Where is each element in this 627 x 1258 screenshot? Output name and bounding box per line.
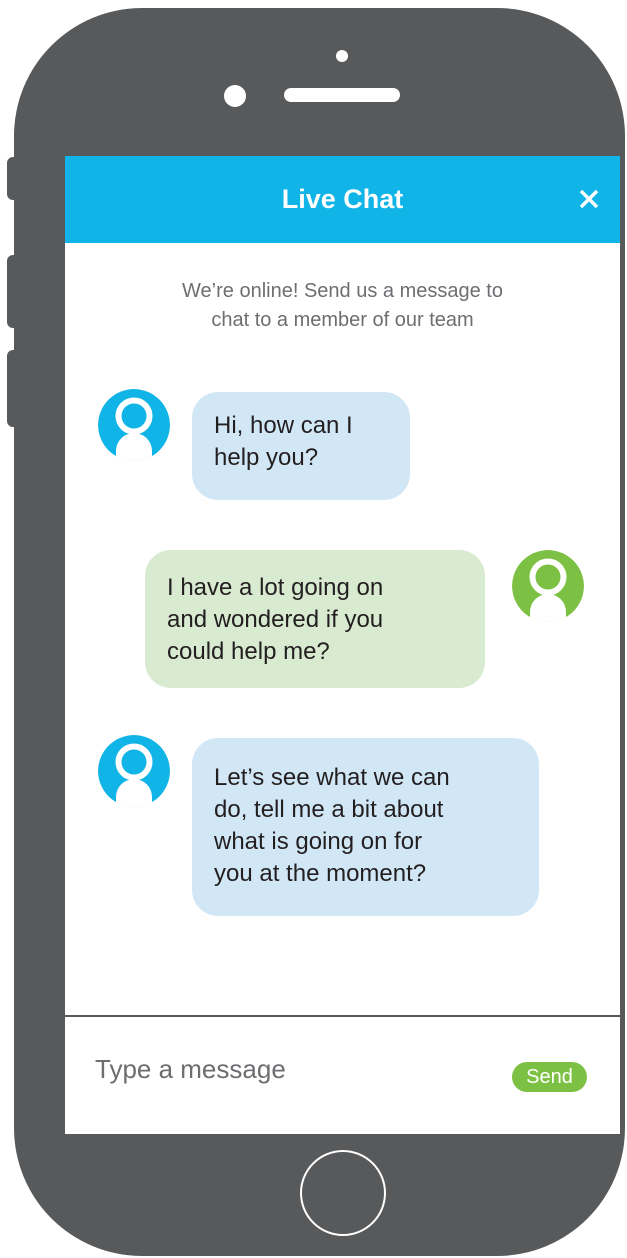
online-status-message: We’re online! Send us a message to chat … [105, 277, 580, 335]
agent-avatar-icon [98, 389, 170, 461]
message-line: Hi, how can I [214, 412, 353, 439]
close-icon[interactable] [577, 187, 601, 211]
chat-header: Live Chat [65, 156, 620, 243]
earpiece-speaker [284, 88, 400, 102]
message-input[interactable] [95, 1051, 475, 1087]
phone-screen: Live Chat We’re online! Send us a messag… [65, 156, 620, 1134]
agent-avatar-icon [98, 735, 170, 807]
user-message-bubble: I have a lot going on and wondered if yo… [145, 550, 485, 688]
message-line: I have a lot going on [167, 574, 384, 601]
message-line: Let’s see what we can [214, 764, 450, 791]
message-line: you at the moment? [214, 860, 427, 887]
composer-divider [65, 1015, 620, 1017]
intro-line: We’re online! Send us a message to [182, 280, 503, 302]
user-avatar-icon [512, 550, 584, 622]
message-line: do, tell me a bit about [214, 796, 444, 823]
home-button[interactable] [300, 1150, 386, 1236]
message-line: could help me? [167, 638, 330, 665]
chat-title: Live Chat [281, 184, 404, 214]
agent-message-bubble: Let’s see what we can do, tell me a bit … [192, 738, 539, 916]
message-line: help you? [214, 444, 319, 471]
message-line: and wondered if you [167, 606, 384, 633]
agent-message-bubble: Hi, how can I help you? [192, 392, 410, 500]
intro-line: chat to a member of our team [211, 309, 474, 331]
message-line: what is going on for [214, 828, 423, 855]
phone-frame: Live Chat We’re online! Send us a messag… [14, 8, 625, 1256]
front-camera [224, 85, 246, 107]
proximity-sensor-dot [336, 50, 348, 62]
send-button[interactable]: Send [512, 1062, 587, 1092]
